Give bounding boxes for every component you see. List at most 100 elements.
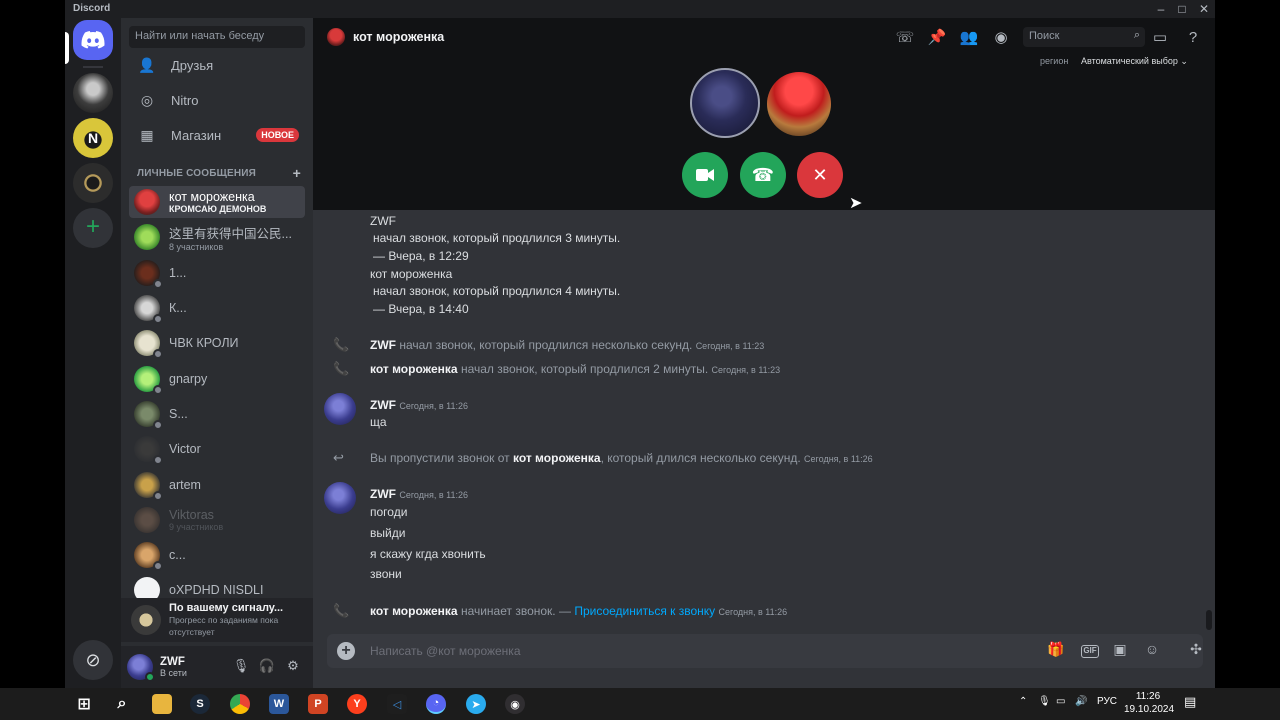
avatar — [134, 401, 163, 430]
telegram-icon[interactable]: ➤ — [466, 694, 486, 714]
message-input[interactable]: Написать @кот мороженка — [370, 644, 521, 658]
inbox-icon[interactable]: ▭ — [1149, 26, 1171, 48]
dm-item[interactable]: 这里有获得中国公民... 8 участников — [129, 221, 305, 253]
dm-name: К... — [169, 301, 187, 315]
message-author[interactable]: ZWF — [370, 398, 396, 412]
add-friends-icon[interactable]: 👥 — [958, 26, 980, 48]
dm-item[interactable]: c... — [129, 539, 305, 571]
message-avatar[interactable] — [324, 393, 356, 425]
nav-shop[interactable]: ▦ Магазин НОВОЕ — [129, 120, 305, 150]
dm-item[interactable]: К... — [129, 292, 305, 324]
system-message: кот мороженка начинает звонок. — Присоед… — [370, 604, 787, 618]
dm-item[interactable]: S... — [129, 398, 305, 430]
pin-icon[interactable]: 📌 — [926, 26, 948, 48]
system-message: ZWF начал звонок, который продлился неск… — [370, 338, 764, 352]
settings-gear-icon[interactable]: ⚙ — [283, 658, 303, 676]
clock-time: 11:26 — [1135, 691, 1161, 702]
dm-item[interactable]: ЧВК КРОЛИ — [129, 327, 305, 359]
tray-chevron-icon[interactable]: ⌃ — [1019, 696, 1027, 707]
letterbox-right — [1215, 0, 1280, 688]
avatar — [134, 295, 163, 324]
dm-item[interactable]: Victor — [129, 433, 305, 465]
message-header: ZWF Сегодня, в 11:26 — [370, 487, 468, 501]
yandex-icon[interactable]: Y — [347, 694, 367, 714]
close-window-button[interactable]: ✕ — [1193, 0, 1215, 18]
dm-search-input[interactable]: Найти или начать беседу — [129, 26, 305, 48]
region-select[interactable]: Автоматический выбор ⌄ — [1081, 56, 1188, 67]
word-icon[interactable]: W — [269, 694, 289, 714]
server-icon[interactable]: N — [73, 118, 113, 158]
message-author: ZWF — [370, 214, 396, 228]
sticker-icon[interactable]: ▣ — [1109, 641, 1131, 661]
nav-nitro[interactable]: ◎ Nitro — [129, 85, 305, 115]
chrome-icon[interactable] — [230, 694, 250, 714]
headphones-icon[interactable]: 🎧 — [257, 658, 277, 676]
search-icon[interactable]: ⌕ — [112, 694, 132, 714]
join-call-link[interactable]: Присоединиться к звонку — [574, 604, 715, 618]
obs-icon[interactable]: ◉ — [505, 694, 525, 714]
add-server-icon[interactable]: + — [73, 208, 113, 248]
start-call-icon[interactable]: ☏ — [894, 26, 916, 48]
accept-voice-button[interactable]: ☎ — [740, 152, 786, 198]
create-dm-button[interactable]: + — [293, 165, 301, 181]
dm-item[interactable]: 1... — [129, 257, 305, 289]
maximize-button[interactable]: □ — [1171, 0, 1193, 18]
server-icon[interactable] — [73, 73, 113, 113]
user-profile-icon[interactable]: ◉ — [990, 26, 1012, 48]
tray-volume-icon[interactable]: 🔊 — [1075, 696, 1087, 707]
gift-icon[interactable]: 🎁 — [1045, 641, 1067, 661]
microphone-icon[interactable]: 🎙 — [231, 658, 251, 676]
windows-start-icon[interactable]: ⊞ — [74, 694, 94, 714]
header-search-placeholder: Поиск — [1029, 30, 1060, 42]
nav-shop-label: Магазин — [171, 127, 222, 143]
apps-icon[interactable]: ✣ — [1185, 641, 1207, 661]
dm-item[interactable]: artem — [129, 469, 305, 501]
dm-item[interactable]: gnarpy — [129, 363, 305, 395]
tray-microphone-icon[interactable]: 🎙 — [1038, 696, 1051, 707]
visual-studio-icon[interactable]: ◁ — [387, 694, 407, 714]
status-dot — [153, 349, 163, 359]
dm-item[interactable]: Viktoras 9 участников — [129, 504, 305, 536]
system-author[interactable]: кот мороженка — [370, 362, 458, 376]
tray-language[interactable]: РУС — [1097, 696, 1117, 707]
decline-call-button[interactable]: ✕ — [797, 152, 843, 198]
help-icon[interactable]: ? — [1182, 26, 1204, 48]
server-icon[interactable] — [73, 163, 113, 203]
notification-icon[interactable]: ▤ — [1184, 694, 1196, 710]
minimize-button[interactable]: – — [1150, 0, 1172, 18]
discover-icon[interactable]: ⊘ — [73, 640, 113, 680]
system-author[interactable]: кот мороженка — [513, 451, 601, 465]
system-text: начал звонок, который продлился нескольк… — [399, 338, 693, 352]
system-author[interactable]: кот мороженка — [370, 604, 458, 618]
channel-name: кот мороженка — [353, 30, 445, 44]
nitro-icon: ◎ — [140, 91, 154, 108]
dm-name: 这里有获得中国公民... — [169, 226, 292, 241]
taskbar-clock[interactable]: 11:26 19.10.2024 — [1124, 690, 1174, 716]
avatar — [134, 189, 160, 215]
file-explorer-icon[interactable] — [152, 694, 172, 714]
accept-video-button[interactable] — [682, 152, 728, 198]
powerpoint-icon[interactable]: P — [308, 694, 328, 714]
attach-plus-icon[interactable]: + — [337, 642, 355, 660]
gif-icon[interactable]: GIF — [1081, 645, 1099, 658]
message-avatar[interactable] — [324, 482, 356, 514]
message-scrollbar[interactable] — [1206, 610, 1212, 630]
discord-home-button[interactable] — [73, 20, 113, 60]
steam-icon[interactable]: S — [190, 694, 210, 714]
discord-icon[interactable]: ◔ — [426, 694, 446, 714]
quest-panel[interactable]: По вашему сигналу... Прогресс по задания… — [121, 598, 313, 642]
tray-network-icon[interactable]: ▭ — [1056, 696, 1065, 707]
dm-subtext: 9 участников — [169, 522, 224, 532]
missed-call-icon: ↩ — [333, 450, 344, 465]
message-author: кот мороженка — [370, 267, 453, 281]
dm-name: S... — [169, 407, 188, 421]
nav-friends[interactable]: 👤 Друзья — [129, 50, 305, 80]
avatar — [134, 507, 160, 533]
emoji-icon[interactable]: ☺ — [1141, 641, 1163, 661]
message-text: начал звонок, который продлился 3 минуты… — [373, 231, 621, 245]
dm-item[interactable]: кот мороженка КРОМСАЮ ДЕМОНОВ — [129, 186, 305, 218]
system-author[interactable]: ZWF — [370, 338, 396, 352]
user-avatar[interactable] — [127, 654, 155, 682]
header-search-input[interactable]: Поиск ⌕ — [1023, 27, 1145, 47]
message-author[interactable]: ZWF — [370, 487, 396, 501]
